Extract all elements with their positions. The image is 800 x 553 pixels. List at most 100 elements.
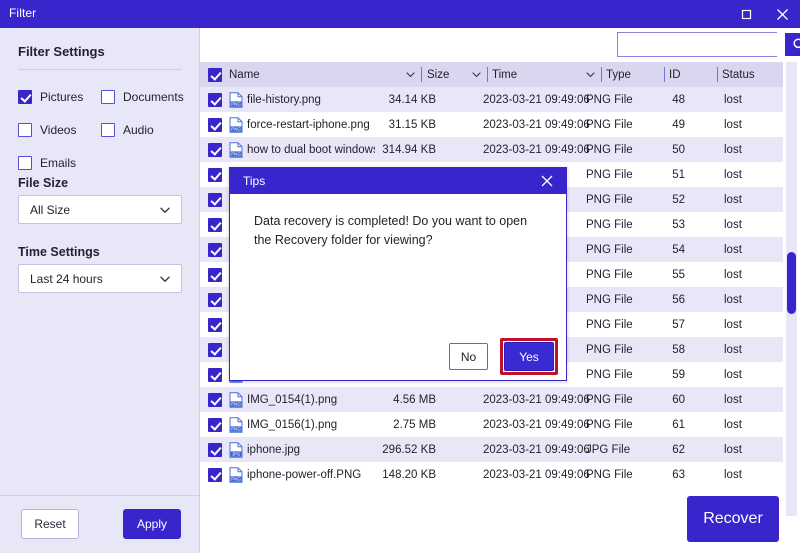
scrollbar-thumb[interactable] [787, 252, 796, 314]
table-row[interactable]: PNG IMG_0154(1).png 4.56 MB 2023-03-21 09:4… [200, 387, 783, 412]
row-checkbox[interactable] [208, 187, 224, 212]
row-checkbox[interactable] [208, 287, 224, 312]
table-row[interactable]: PNG IMG_0156(1).png 2.75 MB 2023-03-21 09:4… [200, 412, 783, 437]
file-size-select[interactable]: All Size [18, 195, 182, 224]
table-row[interactable]: PNG how to dual boot windows 7 and windo 3… [200, 137, 783, 162]
title-bar: Filter [0, 0, 800, 28]
row-checkbox[interactable] [208, 262, 224, 287]
cell-size: 148.20 KB [382, 468, 436, 481]
checkbox-videos-box[interactable] [18, 122, 32, 137]
sidebar-footer: Reset Apply [0, 495, 199, 553]
checkbox-emails-box[interactable] [18, 155, 32, 170]
close-icon[interactable] [764, 0, 800, 28]
column-header-time[interactable]: Time [492, 62, 517, 87]
column-header-status[interactable]: Status [722, 62, 755, 87]
cell-type: PNG File [586, 168, 633, 181]
checkbox-pictures[interactable]: Pictures [18, 89, 101, 104]
cell-time: 2023-03-21 09:49:06 [483, 393, 590, 406]
column-header-type[interactable]: Type [606, 62, 631, 87]
cell-status: lost [724, 118, 742, 131]
checkbox-documents[interactable]: Documents [101, 89, 184, 104]
cell-name: file-history.png [247, 93, 321, 106]
sort-size-chevron-down-icon[interactable] [471, 69, 482, 80]
cell-time: 2023-03-21 09:49:06 [483, 143, 590, 156]
dialog-yes-button[interactable]: Yes [504, 342, 554, 371]
row-checkbox[interactable] [208, 362, 224, 387]
cell-id: 53 [672, 218, 685, 231]
row-checkbox[interactable] [208, 462, 224, 487]
filter-window: Filter Filter Settings Pictures Document… [0, 0, 800, 553]
dialog-close-icon[interactable] [532, 168, 562, 194]
column-header-size[interactable]: Size [427, 62, 449, 87]
cell-id: 60 [672, 393, 685, 406]
png-file-icon: PNG [229, 462, 245, 487]
row-checkbox[interactable] [208, 237, 224, 262]
cell-status: lost [724, 143, 742, 156]
filter-settings-heading: Filter Settings [18, 44, 105, 59]
row-checkbox[interactable] [208, 437, 224, 462]
maximize-icon[interactable] [728, 0, 764, 28]
table-row[interactable]: PNG file-history.png 34.14 KB 2023-03-21 09… [200, 87, 783, 112]
row-checkbox[interactable] [208, 337, 224, 362]
row-checkbox[interactable] [208, 212, 224, 237]
checkbox-videos[interactable]: Videos [18, 122, 101, 137]
checkbox-audio[interactable]: Audio [101, 122, 184, 137]
chevron-down-icon [159, 273, 171, 285]
table-row[interactable]: PNG force-restart-iphone.png 31.15 KB 2023-… [200, 112, 783, 137]
cell-time: 2023-03-21 09:49:06 [483, 418, 590, 431]
cell-size: 2.75 MB [393, 418, 436, 431]
cell-id: 50 [672, 143, 685, 156]
reset-button[interactable]: Reset [21, 509, 79, 539]
cell-status: lost [724, 418, 742, 431]
search-icon[interactable] [785, 33, 800, 56]
dialog-no-button[interactable]: No [449, 343, 488, 370]
row-checkbox[interactable] [208, 162, 224, 187]
table-row[interactable]: JPG iphone.jpg 296.52 KB 2023-03-21 09:49:0… [200, 437, 783, 462]
time-settings-value: Last 24 hours [30, 271, 103, 286]
recover-button[interactable]: Recover [687, 496, 779, 542]
cell-status: lost [724, 268, 742, 281]
column-header-name[interactable]: Name [229, 62, 260, 87]
cell-id: 49 [672, 118, 685, 131]
cell-id: 56 [672, 293, 685, 306]
png-file-icon: PNG [229, 112, 245, 137]
sort-name-chevron-down-icon[interactable] [405, 69, 416, 80]
cell-time: 2023-03-21 09:49:06 [483, 468, 590, 481]
row-checkbox[interactable] [208, 387, 224, 412]
checkbox-documents-box[interactable] [101, 89, 115, 104]
vertical-scrollbar[interactable] [786, 62, 797, 516]
column-header-id[interactable]: ID [669, 62, 681, 87]
checkbox-emails[interactable]: Emails [18, 155, 101, 170]
select-all-checkbox[interactable] [208, 62, 224, 87]
cell-size: 31.15 KB [388, 118, 436, 131]
dialog-title-bar: Tips [230, 168, 566, 194]
search-input[interactable] [618, 33, 785, 56]
checkbox-audio-box[interactable] [101, 122, 115, 137]
window-title: Filter [9, 6, 37, 20]
svg-text:PNG: PNG [231, 426, 241, 431]
cell-size: 296.52 KB [382, 443, 436, 456]
cell-id: 61 [672, 418, 685, 431]
row-checkbox[interactable] [208, 112, 224, 137]
row-checkbox[interactable] [208, 312, 224, 337]
cell-status: lost [724, 393, 742, 406]
search-box[interactable] [617, 32, 800, 57]
sort-time-chevron-down-icon[interactable] [585, 69, 596, 80]
row-checkbox[interactable] [208, 137, 224, 162]
checkbox-pictures-box[interactable] [18, 89, 32, 104]
cell-type: PNG File [586, 143, 633, 156]
cell-size: 314.94 KB [382, 143, 436, 156]
cell-status: lost [724, 243, 742, 256]
cell-id: 52 [672, 193, 685, 206]
file-type-checkbox-group: Pictures Documents Videos Audio Emails [18, 80, 188, 179]
table-row[interactable]: PNG iphone-power-off.PNG 148.20 KB 2023-03-… [200, 462, 783, 487]
cell-status: lost [724, 218, 742, 231]
cell-type: PNG File [586, 418, 633, 431]
cell-id: 55 [672, 268, 685, 281]
apply-button[interactable]: Apply [123, 509, 181, 539]
row-checkbox[interactable] [208, 87, 224, 112]
time-settings-select[interactable]: Last 24 hours [18, 264, 182, 293]
cell-name: iphone.jpg [247, 443, 301, 456]
row-checkbox[interactable] [208, 412, 224, 437]
cell-id: 63 [672, 468, 685, 481]
